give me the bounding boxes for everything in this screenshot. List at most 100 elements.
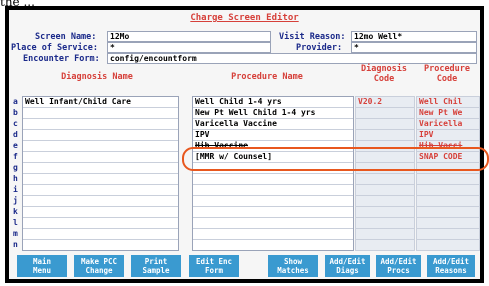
button-label-line2: Form <box>204 266 224 275</box>
button-label-line1: Print <box>144 257 168 266</box>
function-button-4[interactable]: Show Matches <box>268 255 318 277</box>
function-button-1[interactable]: Make PCC Change <box>74 255 124 277</box>
row-letter: a <box>13 97 18 106</box>
diagnosis-code-header-line1: Diagnosis <box>360 64 408 74</box>
diagnosis-name-row[interactable] <box>23 141 178 152</box>
diagnosis-code-header-line2: Code <box>373 74 395 84</box>
row-letter: e <box>13 141 18 150</box>
diagnosis-name-row[interactable] <box>23 119 178 130</box>
provider-field[interactable]: * <box>351 42 477 53</box>
button-label-line1: Edit Enc <box>195 257 233 266</box>
procedure-name-list[interactable]: Well Child 1-4 yrs New Pt Well Child 1-4 … <box>192 96 354 251</box>
diagnosis-code-row: V20.2 <box>356 97 414 108</box>
procedure-name-row[interactable]: Well Child 1-4 yrs <box>193 97 353 108</box>
function-button-0[interactable]: Main Menu <box>17 255 67 277</box>
diagnosis-name-row[interactable] <box>23 229 178 240</box>
highlight-oval-annotation <box>182 147 489 171</box>
button-label-line2: Matches <box>277 266 309 275</box>
procedure-code-header: Procedure Code <box>416 64 478 84</box>
button-label-line1: Add/Edit <box>329 257 366 266</box>
diagnosis-name-row[interactable] <box>23 196 178 207</box>
encounter-form-label: Encounter Form: <box>23 54 100 64</box>
screen-name-field[interactable]: 12Mo <box>107 31 271 42</box>
procedure-code-row <box>417 229 479 240</box>
button-label-line2: Change <box>85 266 113 275</box>
row-letter-column: abcdefghijklmn <box>13 97 21 251</box>
procedure-name-row[interactable] <box>193 196 353 207</box>
provider-label: Provider: <box>296 43 343 53</box>
procedure-name-row[interactable] <box>193 174 353 185</box>
charge-screen-editor: Charge Screen Editor Screen Name: 12Mo V… <box>9 10 489 279</box>
procedure-name-row[interactable] <box>193 207 353 218</box>
procedure-name-row[interactable]: IPV <box>193 130 353 141</box>
row-letter: f <box>13 152 18 161</box>
procedure-code-list: Well Chil New Pt We Varicella IPV Hib Vacci S… <box>416 96 480 251</box>
diagnosis-name-row[interactable] <box>23 218 178 229</box>
function-button-3[interactable]: Edit Enc Form <box>189 255 239 277</box>
diagnosis-name-row[interactable] <box>23 240 178 250</box>
procedure-code-row: IPV <box>417 130 479 141</box>
procedure-code-header-line1: Procedure <box>423 64 471 74</box>
procedure-code-row <box>417 240 479 251</box>
diagnosis-name-row[interactable] <box>23 108 178 119</box>
row-letter: g <box>13 163 18 172</box>
diagnosis-name-header: Diagnosis Name <box>61 72 133 82</box>
diagnosis-code-row <box>356 119 414 130</box>
procedure-code-row <box>417 207 479 218</box>
diagnosis-name-row[interactable] <box>23 152 178 163</box>
diagnosis-code-row <box>356 240 414 251</box>
procedure-code-row <box>417 185 479 196</box>
diagnosis-name-row[interactable] <box>23 207 178 218</box>
place-of-service-field[interactable]: * <box>107 42 271 53</box>
diagnosis-code-row <box>356 108 414 119</box>
row-letter: i <box>13 185 18 194</box>
procedure-code-row <box>417 196 479 207</box>
visit-reason-field[interactable]: 12mo Well* <box>351 31 477 42</box>
diagnosis-code-row <box>356 196 414 207</box>
procedure-name-row[interactable]: Varicella Vaccine <box>193 119 353 130</box>
screen-name-label: Screen Name: <box>35 32 97 42</box>
function-button-5[interactable]: Add/Edit Diags <box>325 255 370 277</box>
place-of-service-label: Place of Service: <box>11 43 98 53</box>
diagnosis-name-row[interactable] <box>23 163 178 174</box>
diagnosis-code-row <box>356 229 414 240</box>
procedure-name-row[interactable] <box>193 229 353 240</box>
button-label-line1: Make PCC <box>80 257 118 266</box>
row-letter: m <box>13 229 18 238</box>
diagnosis-name-row[interactable] <box>23 185 178 196</box>
procedure-name-row[interactable]: New Pt Well Child 1-4 yrs <box>193 108 353 119</box>
diagnosis-code-row <box>356 207 414 218</box>
button-label-line2: Diags <box>336 266 359 275</box>
function-button-6[interactable]: Add/Edit Procs <box>376 255 421 277</box>
procedure-code-row: Varicella <box>417 119 479 130</box>
procedure-name-row[interactable] <box>193 185 353 196</box>
terminal-window: Charge Screen Editor Screen Name: 12Mo V… <box>5 6 489 283</box>
row-letter: h <box>13 174 18 183</box>
procedure-code-row: Well Chil <box>417 97 479 108</box>
row-letter: c <box>13 119 18 128</box>
function-button-7[interactable]: Add/Edit Reasons <box>427 255 475 277</box>
diagnosis-name-row[interactable] <box>23 130 178 141</box>
button-label-line1: Show <box>283 257 303 266</box>
diagnosis-name-list[interactable]: Well Infant/Child Care <box>22 96 179 251</box>
button-label-line2: Procs <box>387 266 410 275</box>
procedure-name-row[interactable] <box>193 240 353 250</box>
diagnosis-code-row <box>356 174 414 185</box>
row-letter: k <box>13 207 18 216</box>
function-button-2[interactable]: Print Sample <box>131 255 181 277</box>
diagnosis-name-row[interactable] <box>23 174 178 185</box>
diagnosis-code-row <box>356 218 414 229</box>
encounter-form-field[interactable]: config/encountform <box>107 53 477 64</box>
button-label-line2: Menu <box>32 266 52 275</box>
procedure-code-header-line2: Code <box>436 74 458 84</box>
procedure-name-row[interactable] <box>193 218 353 229</box>
row-letter: b <box>13 108 18 117</box>
diagnosis-code-header: Diagnosis Code <box>355 64 413 84</box>
procedure-name-header: Procedure Name <box>231 72 303 82</box>
screen-title: Charge Screen Editor <box>190 13 299 23</box>
button-label-line1: Add/Edit <box>380 257 417 266</box>
row-letter: n <box>13 240 18 249</box>
diagnosis-code-row <box>356 130 414 141</box>
row-letter: l <box>13 218 18 227</box>
diagnosis-name-row[interactable]: Well Infant/Child Care <box>23 97 178 108</box>
